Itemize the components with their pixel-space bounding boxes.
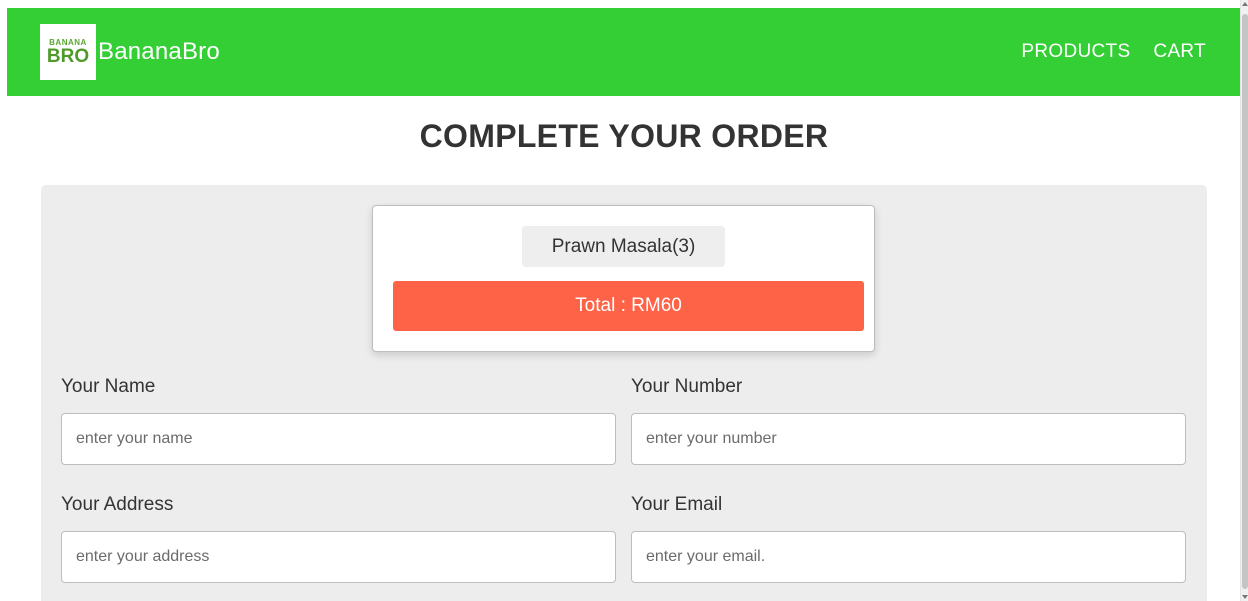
checkout-panel: Prawn Masala(3) Total : RM60 Your Name Y… <box>41 185 1207 601</box>
top-strip <box>0 0 1240 8</box>
order-total-bar: Total : RM60 <box>393 281 864 331</box>
scroll-up-arrow-icon[interactable] <box>1242 2 1248 6</box>
address-input[interactable] <box>61 531 616 583</box>
nav-cart-link[interactable]: CART <box>1153 41 1206 63</box>
email-label: Your Email <box>631 494 723 515</box>
logo[interactable]: BANANA BRO <box>40 24 96 80</box>
site-header: BANANA BRO BananaBro PRODUCTS CART <box>7 8 1240 96</box>
page-scrollbar[interactable] <box>1240 0 1248 601</box>
email-input[interactable] <box>631 531 1186 583</box>
order-summary: Prawn Masala(3) Total : RM60 <box>372 205 875 352</box>
brand-name[interactable]: BananaBro <box>98 38 220 66</box>
address-label: Your Address <box>61 494 174 515</box>
scroll-down-arrow-icon[interactable] <box>1242 595 1248 599</box>
logo-bottom-text: BRO <box>46 45 90 67</box>
name-label: Your Name <box>61 376 156 397</box>
brand[interactable]: BANANA BRO BananaBro <box>40 24 220 80</box>
page-title: COMPLETE YOUR ORDER <box>419 118 829 154</box>
scroll-thumb[interactable] <box>1242 14 1248 589</box>
order-item-chip: Prawn Masala(3) <box>522 226 725 267</box>
nav-products-link[interactable]: PRODUCTS <box>1021 41 1130 63</box>
number-label: Your Number <box>631 376 743 397</box>
main-nav: PRODUCTS CART <box>998 41 1206 63</box>
name-input[interactable] <box>61 413 616 465</box>
number-input[interactable] <box>631 413 1186 465</box>
